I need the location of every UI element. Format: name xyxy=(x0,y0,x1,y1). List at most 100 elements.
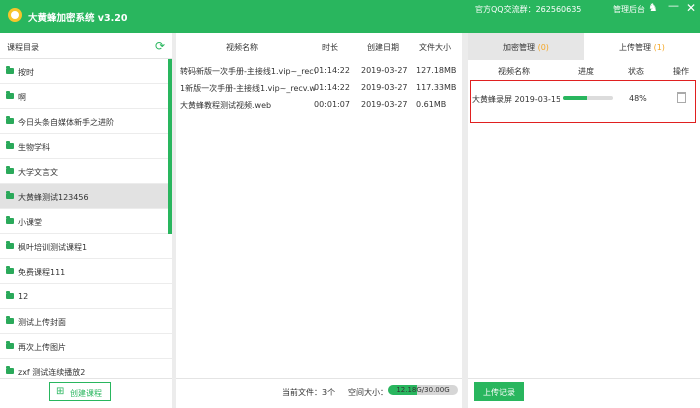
refresh-icon[interactable]: ⟳ xyxy=(155,39,165,53)
course-item[interactable]: 再次上传图片 xyxy=(0,334,172,359)
trash-icon[interactable] xyxy=(677,92,686,103)
col-progress: 进度 xyxy=(578,67,594,76)
video-duration-cell: 00:01:07 xyxy=(314,100,350,109)
course-item-label: 测试上传封面 xyxy=(18,318,66,327)
video-panel: 视频名称 时长 创建日期 文件大小 转码新版一次手册-主接线1.vip~_rec… xyxy=(176,33,462,408)
upload-video-name: 大黄蜂录屏 2019-03-15 1 xyxy=(472,95,560,104)
space-usage-text: 12.18G/30.00G xyxy=(396,386,450,394)
course-item[interactable]: 小课堂 xyxy=(0,209,172,234)
video-size-cell: 127.18MB xyxy=(416,66,457,75)
upload-panel-footer: 上传记录 xyxy=(468,378,700,408)
folder-icon xyxy=(6,341,14,349)
admin-link[interactable]: 管理后台 xyxy=(613,4,645,15)
folder-icon xyxy=(6,66,14,74)
folder-icon xyxy=(6,116,14,124)
course-item-label: 12 xyxy=(18,292,29,301)
course-item-label: 大黄蜂测试123456 xyxy=(18,193,89,202)
course-item-label: 小课堂 xyxy=(18,218,42,227)
course-item-label: 大学文言文 xyxy=(18,168,58,177)
tab-encryption-count: (0) xyxy=(537,43,549,52)
course-list-scrollbar[interactable] xyxy=(168,59,172,234)
add-icon: ⊞ xyxy=(56,386,65,397)
video-name-cell: 转码新版一次手册-主接线1.vip~_recv xyxy=(180,67,316,76)
upload-panel-tabs: 加密管理 (0) 上传管理 (1) xyxy=(468,33,700,60)
video-created-cell: 2019-03-27 xyxy=(361,83,408,92)
folder-icon xyxy=(6,166,14,174)
upload-panel: 加密管理 (0) 上传管理 (1) 视频名称 进度 状态 操作 大黄蜂录屏 20… xyxy=(468,33,700,408)
app-title: 大黄蜂加密系统 v3.20 xyxy=(28,13,128,24)
close-icon[interactable]: ✕ xyxy=(686,2,696,14)
video-size-cell: 117.33MB xyxy=(416,83,457,92)
video-size-cell: 0.61MB xyxy=(416,100,447,109)
upload-row[interactable]: 大黄蜂录屏 2019-03-15 1 48% xyxy=(470,80,696,123)
course-item[interactable]: 按时 xyxy=(0,59,172,84)
tab-upload-label: 上传管理 xyxy=(619,43,654,52)
folder-icon xyxy=(6,291,14,299)
folder-icon xyxy=(6,216,14,224)
folder-icon xyxy=(6,366,14,374)
upload-table-header: 视频名称 进度 状态 操作 xyxy=(468,60,700,80)
course-item[interactable]: 啊 xyxy=(0,84,172,109)
folder-icon xyxy=(6,316,14,324)
video-created-cell: 2019-03-27 xyxy=(361,66,408,75)
col-upload-video-name: 视频名称 xyxy=(498,67,530,76)
course-item-label: zxf 测试连续播放2 xyxy=(18,368,86,377)
col-duration: 时长 xyxy=(322,43,338,52)
course-item[interactable]: 生物学科 xyxy=(0,134,172,159)
space-usage-bar: 12.18G/30.00G xyxy=(388,385,458,395)
video-duration-cell: 01:14:22 xyxy=(314,66,350,75)
col-created-date: 创建日期 xyxy=(367,43,399,52)
course-item-label: 啊 xyxy=(18,93,26,102)
upload-progress-bar xyxy=(563,96,613,100)
video-table-header: 视频名称 时长 创建日期 文件大小 xyxy=(176,33,462,59)
folder-icon xyxy=(6,191,14,199)
video-row[interactable]: 1新版一次手册-主接线1.vip~_recv.wet 01:14:22 2019-0… xyxy=(176,83,462,99)
course-item-label: 按时 xyxy=(18,68,34,77)
course-item-label: 枫叶培训测试课程1 xyxy=(18,243,88,252)
tab-upload-management[interactable]: 上传管理 (1) xyxy=(584,33,700,60)
qq-group-text: 官方QQ交流群：262560635 xyxy=(475,5,582,14)
minimize-icon[interactable]: — xyxy=(668,0,679,12)
file-count: 当前文件：3个 xyxy=(282,388,336,397)
upload-status: 48% xyxy=(629,94,647,103)
folder-icon xyxy=(6,241,14,249)
folder-icon xyxy=(6,141,14,149)
video-row[interactable]: 大黄蜂教程测试视频.web 00:01:07 2019-03-27 0.61MB xyxy=(176,100,462,116)
course-item[interactable]: 12 xyxy=(0,284,172,309)
tab-upload-count: (1) xyxy=(653,43,665,52)
create-course-label: 创建课程 xyxy=(70,389,102,398)
course-item[interactable]: 今日头条自媒体新手之进阶 xyxy=(0,109,172,134)
course-panel-header: 课程目录 ⟳ xyxy=(0,33,172,59)
course-item-label: 免费课程111 xyxy=(18,268,66,277)
course-item[interactable]: 测试上传封面 xyxy=(0,309,172,334)
course-panel-footer: ⊞ 创建课程 xyxy=(0,378,172,408)
title-bar: 大黄蜂加密系统 v3.20 官方QQ交流群：262560635 管理后台 ♞ —… xyxy=(0,0,700,33)
course-item[interactable]: 大黄蜂测试123456 xyxy=(0,184,172,209)
course-panel-title: 课程目录 xyxy=(7,43,39,52)
video-created-cell: 2019-03-27 xyxy=(361,100,408,109)
course-list: 按时啊今日头条自媒体新手之进阶生物学科大学文言文大黄蜂测试123456 小课堂枫叶… xyxy=(0,59,172,384)
col-video-name: 视频名称 xyxy=(226,43,258,52)
course-item-label: 再次上传图片 xyxy=(18,343,66,352)
space-label: 空间大小： xyxy=(348,388,388,397)
upload-log-button[interactable]: 上传记录 xyxy=(474,382,524,401)
course-panel: 课程目录 ⟳ 按时啊今日头条自媒体新手之进阶生物学科大学文言文大黄蜂测试1234… xyxy=(0,33,172,408)
user-icon[interactable]: ♞ xyxy=(648,2,658,14)
col-file-size: 文件大小 xyxy=(419,43,451,52)
course-item-label: 今日头条自媒体新手之进阶 xyxy=(18,118,114,127)
tab-encryption-management[interactable]: 加密管理 (0) xyxy=(468,33,584,60)
folder-icon xyxy=(6,91,14,99)
create-course-button[interactable]: ⊞ 创建课程 xyxy=(49,382,111,401)
video-name-cell: 大黄蜂教程测试视频.web xyxy=(180,101,272,110)
upload-progress-fill xyxy=(563,96,587,100)
bee-logo-icon xyxy=(8,8,22,22)
course-item[interactable]: 大学文言文 xyxy=(0,159,172,184)
video-row[interactable]: 转码新版一次手册-主接线1.vip~_recv 01:14:22 2019-03-2… xyxy=(176,66,462,82)
video-name-cell: 1新版一次手册-主接线1.vip~_recv.wet xyxy=(180,84,316,93)
tab-encryption-label: 加密管理 xyxy=(503,43,538,52)
col-status: 状态 xyxy=(628,67,644,76)
col-action: 操作 xyxy=(673,67,689,76)
course-item[interactable]: 枫叶培训测试课程1 xyxy=(0,234,172,259)
folder-icon xyxy=(6,266,14,274)
course-item[interactable]: 免费课程111 xyxy=(0,259,172,284)
